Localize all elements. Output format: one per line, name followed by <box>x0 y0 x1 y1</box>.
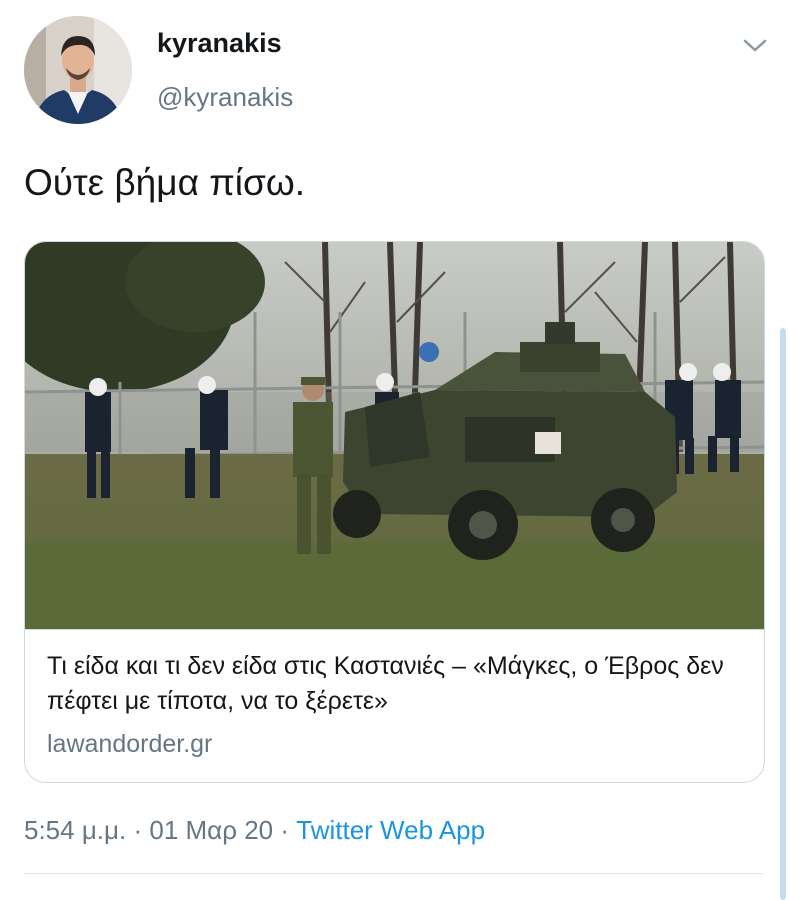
tweet-meta: 5:54 μ.μ. · 01 Μαρ 20 · Twitter Web App <box>24 815 485 846</box>
card-title[interactable]: Τι είδα και τι δεν είδα στις Καστανιές –… <box>47 649 747 719</box>
display-name[interactable]: kyranakis <box>157 28 282 59</box>
profile-avatar[interactable] <box>24 16 132 124</box>
meta-separator: · <box>126 815 150 845</box>
chevron-down-icon[interactable] <box>740 36 770 56</box>
scrollbar[interactable] <box>780 328 786 900</box>
tweet-text: Ούτε βήμα πίσω. <box>24 162 306 203</box>
link-card[interactable]: Τι είδα και τι δεν είδα στις Καστανιές –… <box>24 241 765 783</box>
tweet-date[interactable]: 01 Μαρ 20 <box>149 815 273 845</box>
card-domain[interactable]: lawandorder.gr <box>47 730 212 759</box>
card-divider <box>25 629 764 630</box>
card-image[interactable] <box>25 242 764 629</box>
source-link[interactable]: Twitter Web App <box>296 815 485 845</box>
divider <box>24 873 764 874</box>
meta-separator: · <box>273 815 297 845</box>
tweet-time[interactable]: 5:54 μ.μ. <box>24 815 126 845</box>
user-handle[interactable]: @kyranakis <box>157 82 293 113</box>
